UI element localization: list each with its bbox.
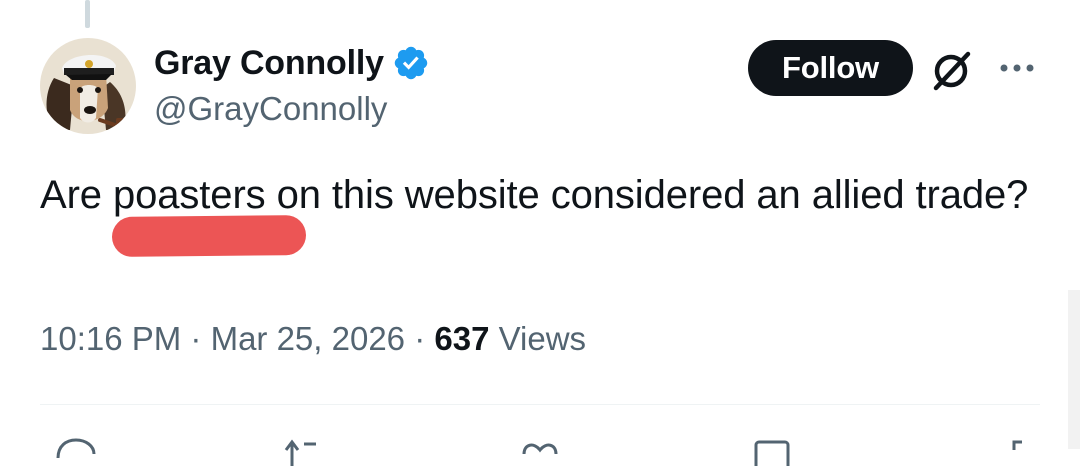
follow-button[interactable]: Follow [748, 40, 913, 96]
retweet-icon[interactable] [282, 436, 326, 466]
tweet-date[interactable]: Mar 25, 2026 [211, 320, 405, 358]
reply-icon[interactable] [54, 436, 98, 466]
verified-badge-icon[interactable] [392, 44, 430, 82]
basset-hound-captain-avatar-icon [40, 38, 136, 134]
tweet-text: Are poasters on this website considered … [40, 173, 1029, 217]
red-redaction-mark [111, 214, 307, 258]
grok-icon[interactable] [928, 46, 976, 94]
screen-edge-shadow [1068, 290, 1080, 449]
author-block: Gray Connolly @GrayConnolly [154, 40, 430, 128]
more-options-icon[interactable] [996, 56, 1038, 80]
like-icon[interactable] [518, 436, 562, 466]
display-name[interactable]: Gray Connolly [154, 44, 384, 83]
display-name-row: Gray Connolly [154, 40, 430, 86]
author-handle[interactable]: @GrayConnolly [154, 90, 430, 128]
views-count: 637 [434, 320, 490, 357]
tweet-metadata: 10:16 PM · Mar 25, 2026 · 637 Views [40, 320, 586, 358]
tweet-time[interactable]: 10:16 PM [40, 320, 181, 358]
share-icon[interactable] [998, 436, 1042, 466]
views-label: Views [489, 320, 587, 357]
avatar[interactable] [40, 38, 136, 134]
divider [40, 404, 1040, 405]
meta-separator: · [181, 320, 211, 357]
bookmark-icon[interactable] [752, 436, 796, 471]
thread-connector-line [85, 0, 90, 28]
meta-separator: · [405, 320, 435, 357]
